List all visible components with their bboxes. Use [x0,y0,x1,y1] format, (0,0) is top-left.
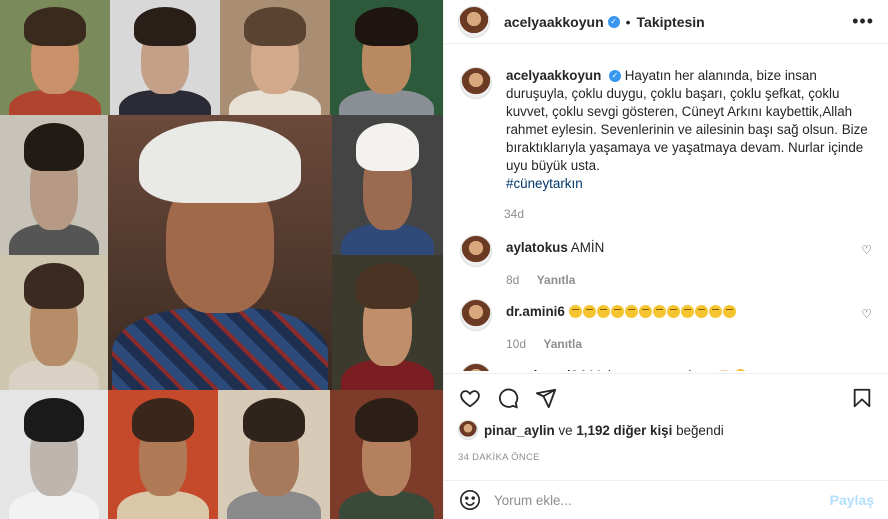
commenter-username[interactable]: aylatokus [506,240,568,255]
collage-main-portrait [108,115,332,390]
collage-portrait [0,255,108,390]
comment-time: 8d [506,273,520,287]
comment-body: dr.amini6 10d Yanıtla [506,299,874,351]
collage-portrait [0,390,108,519]
crying-emoji-icon [680,305,694,318]
bookmark-icon[interactable] [850,386,874,410]
post-timestamp: 34 DAKİKA ÖNCE [458,452,540,463]
more-options-icon[interactable]: ••• [852,11,874,32]
likes-connector: ve [558,422,573,438]
separator-dot: • [625,13,631,30]
collage-portrait [330,0,443,115]
liker-avatar[interactable] [458,420,478,440]
likes-summary: pinar_aylin ve 1,192 diğer kişi beğendi [458,420,874,440]
comment-line: aylatokus AMİN [506,235,874,257]
comment-like-heart-icon[interactable]: ♡ [861,307,872,321]
comment-item: candeveci34 Mekanı cennet olsun ♡ [460,363,874,371]
share-icon[interactable] [534,386,558,410]
crying-emoji-icon [582,305,596,318]
action-bar [458,374,874,422]
author-username[interactable]: acelyaakkoyun [504,14,604,30]
collage-portrait [218,390,330,519]
hashtag-link[interactable]: #cüneytarkın [506,176,583,191]
caption-time: 34d [504,207,525,221]
crying-emoji-icon [733,369,747,371]
reply-button[interactable]: Yanıtla [537,273,576,287]
commenter-avatar[interactable] [460,363,492,371]
comment-icon[interactable] [496,386,520,410]
comment-like-heart-icon[interactable]: ♡ [861,243,872,257]
caption-text: acelyaakkoyun ✓ Hayatın her alanında, bi… [506,67,874,193]
comment-body: aylatokus AMİN 8d Yanıtla [506,235,874,287]
comment-text: AMİN [570,240,605,255]
collage-portrait [110,0,220,115]
caption-username[interactable]: acelyaakkoyun [506,68,601,83]
comment-time: 10d [506,337,527,351]
crying-emoji-icon [708,305,722,318]
collage-portrait [332,255,443,390]
crying-emoji-icon [568,305,582,318]
comments-scroll-area[interactable]: acelyaakkoyun ✓ Hayatın her alanında, bi… [444,53,888,371]
verified-badge-icon: ✓ [607,15,620,28]
following-button[interactable]: Takiptesin [637,14,705,30]
caption-avatar[interactable] [460,67,492,99]
commenter-username[interactable]: dr.amini6 [506,304,565,319]
hands-emoji-icon [716,370,732,371]
author-avatar[interactable] [458,5,490,38]
crying-emoji-icon [624,305,638,318]
comment-item: aylatokus AMİN 8d Yanıtla ♡ [460,235,874,287]
collage-portrait [330,390,443,519]
post-side-panel: acelyaakkoyun ✓ • Takiptesin ••• acelyaa… [443,0,888,519]
emoji-icon[interactable] [458,488,482,512]
collage-portrait [108,390,218,519]
comment-list: aylatokus AMİN 8d Yanıtla ♡ dr.amini6 10… [460,235,874,371]
commenter-avatar[interactable] [460,235,492,267]
verified-badge-icon: ✓ [609,70,622,83]
post-comment-button[interactable]: Paylaş [830,492,874,508]
likes-count[interactable]: 1,192 diğer kişi [576,423,672,438]
post-header: acelyaakkoyun ✓ • Takiptesin ••• [444,0,888,44]
collage-portrait [0,0,110,115]
post-actions-area: pinar_aylin ve 1,192 diğer kişi beğendi … [444,373,888,463]
comment-text: Mekanı cennet olsun [589,368,713,371]
crying-emoji-icon [596,305,610,318]
comment-meta: 8d Yanıtla [506,273,874,287]
liker-username[interactable]: pinar_aylin [484,423,555,438]
add-comment-bar: Paylaş [444,480,888,519]
crying-emoji-icon [666,305,680,318]
likes-suffix: beğendi [676,422,724,438]
comment-input[interactable] [494,492,830,508]
crying-emoji-icon [638,305,652,318]
caption-body: Hayatın her alanında, bize insan duruşuy… [506,68,868,173]
heart-icon[interactable] [458,386,482,410]
comment-line: candeveci34 Mekanı cennet olsun [506,363,874,371]
commenter-avatar[interactable] [460,299,492,331]
post-caption: acelyaakkoyun ✓ Hayatın her alanında, bi… [460,53,874,193]
comment-body: candeveci34 Mekanı cennet olsun [506,363,874,371]
crying-emoji-icon [694,305,708,318]
collage-portrait [220,0,330,115]
collage-portrait [332,115,443,255]
comment-item: dr.amini6 10d Yanıtla ♡ [460,299,874,351]
comment-line: dr.amini6 [506,299,874,321]
commenter-username[interactable]: candeveci34 [506,368,586,371]
comment-meta: 10d Yanıtla [506,337,874,351]
post-image-collage[interactable] [0,0,443,519]
crying-emoji-icon [610,305,624,318]
crying-emoji-icon [722,305,736,318]
reply-button[interactable]: Yanıtla [543,337,582,351]
collage-portrait [0,115,108,255]
crying-emoji-icon [652,305,666,318]
